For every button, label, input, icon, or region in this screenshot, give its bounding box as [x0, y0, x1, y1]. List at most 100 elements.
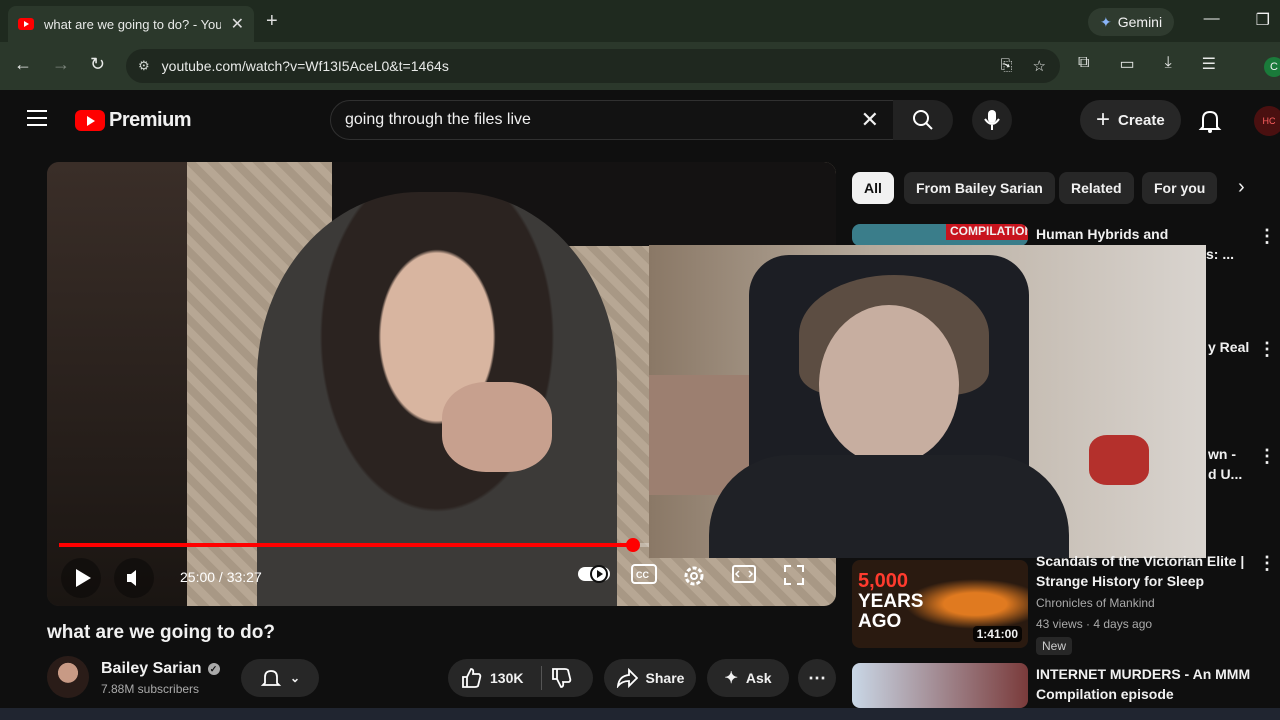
- chip-for-you[interactable]: For you: [1142, 172, 1218, 204]
- like-count: 130K: [490, 670, 524, 686]
- sidebar-more-icon-2[interactable]: ⋮: [1258, 339, 1276, 360]
- plus-icon: +: [1096, 106, 1111, 133]
- search-icon: [913, 110, 933, 130]
- minimize-icon[interactable]: —: [1204, 10, 1220, 30]
- webcam-overlay: [649, 245, 1206, 558]
- cast-icon[interactable]: ▭: [1119, 54, 1134, 74]
- new-tab-icon[interactable]: +: [266, 10, 278, 33]
- share-button[interactable]: Share: [604, 659, 696, 697]
- search-query: going through the files live: [345, 111, 531, 128]
- create-label: Create: [1118, 111, 1165, 129]
- sidebar-channel-4[interactable]: Chronicles of Mankind: [1036, 596, 1155, 610]
- theater-mode-icon[interactable]: [732, 564, 756, 584]
- omnibox[interactable]: ⚙ youtube.com/watch?v=Wf13I5AceL0&t=1464…: [126, 49, 1060, 83]
- omnibox-actions: ⎘ ☆: [1001, 57, 1046, 75]
- subscriber-count: 7.88M subscribers: [101, 682, 200, 696]
- sidebar-thumbnail-4[interactable]: 5,000 YEARS AGO 1:41:00: [852, 560, 1028, 648]
- thumbs-down-icon[interactable]: [550, 667, 572, 689]
- sidebar-title-1-tail: s: ...: [1206, 246, 1235, 262]
- video-title: what are we going to do?: [47, 622, 275, 643]
- like-dislike-group: 130K: [448, 659, 593, 697]
- settings-gear-icon[interactable]: [682, 564, 706, 588]
- thumb-text-number: 5,000: [858, 570, 909, 592]
- ask-button[interactable]: ✦ Ask: [707, 659, 789, 697]
- clear-search-icon[interactable]: ✕: [861, 107, 879, 133]
- sidebar-title-4[interactable]: Scandals of the Victorian Elite | Strang…: [1036, 551, 1248, 591]
- url-text: youtube.com/watch?v=Wf13I5AceL0&t=1464s: [161, 58, 449, 74]
- notifications-bell-icon[interactable]: [1198, 108, 1222, 139]
- forward-icon[interactable]: →: [52, 54, 70, 75]
- sidebar-title-5[interactable]: INTERNET MURDERS - An MMM Compilation ep…: [1036, 664, 1256, 704]
- share-label: Share: [645, 670, 685, 686]
- subscription-bell-button[interactable]: ⌄: [241, 659, 319, 697]
- player-controls: 25:00 / 33:27 CC: [47, 554, 836, 602]
- logo-text: Premium: [109, 109, 192, 131]
- reload-icon[interactable]: ↻: [90, 54, 105, 75]
- video-frame-background: [47, 162, 187, 606]
- gemini-spark-icon: ✦: [1100, 13, 1112, 30]
- ask-spark-icon: ✦: [724, 670, 738, 687]
- os-taskbar: [0, 708, 1280, 720]
- chevron-down-icon: ⌄: [289, 671, 301, 685]
- chip-related[interactable]: Related: [1059, 172, 1134, 204]
- youtube-logo[interactable]: Premium: [75, 109, 192, 132]
- more-actions-button[interactable]: ⋯: [798, 659, 836, 697]
- channel-name[interactable]: Bailey Sarian ✓: [101, 660, 220, 678]
- site-info-icon[interactable]: ⚙: [138, 58, 150, 74]
- thumbs-up-icon: [462, 668, 482, 688]
- autoplay-toggle-icon[interactable]: [577, 564, 611, 584]
- search-input[interactable]: going through the files live ✕: [330, 100, 894, 140]
- restore-icon[interactable]: ❐: [1256, 10, 1270, 30]
- sidebar-title-1[interactable]: Human Hybrids and: [1036, 224, 1168, 244]
- fullscreen-icon[interactable]: [783, 564, 805, 586]
- verified-check-icon: ✓: [207, 663, 220, 675]
- chevron-right-icon[interactable]: ›: [1238, 176, 1245, 199]
- address-toolbar: ← → ↻ ⚙ youtube.com/watch?v=Wf13I5AceL0&…: [0, 42, 1280, 90]
- sidebar-more-icon-1[interactable]: ⋮: [1258, 226, 1276, 247]
- time-display: 25:00 / 33:27: [180, 569, 262, 585]
- like-divider: [541, 666, 543, 690]
- create-button[interactable]: + Create: [1080, 100, 1181, 140]
- compilation-badge: COMPILATION: [946, 224, 1028, 240]
- browser-profile-avatar[interactable]: C: [1264, 57, 1280, 77]
- bell-icon: [260, 670, 282, 686]
- browser-tab[interactable]: what are we going to do? - You ✕: [8, 6, 254, 42]
- new-badge: New: [1036, 637, 1073, 655]
- volume-icon: [127, 570, 136, 586]
- window-controls: — ❐: [1204, 10, 1270, 30]
- sidebar-title-2-tail[interactable]: y Real: [1208, 337, 1249, 357]
- close-tab-icon[interactable]: ✕: [231, 14, 244, 34]
- progress-scrubber[interactable]: [625, 538, 640, 552]
- gemini-label: Gemini: [1117, 14, 1163, 30]
- account-avatar[interactable]: HC: [1254, 106, 1280, 136]
- duration-badge: 1:41:00: [972, 626, 1022, 642]
- install-app-icon[interactable]: ⎘: [1001, 57, 1013, 75]
- back-icon[interactable]: ←: [14, 54, 32, 75]
- thumb-text-years: YEARS AGO: [858, 591, 924, 632]
- chip-all[interactable]: All: [852, 172, 894, 204]
- voice-search-button[interactable]: [972, 100, 1012, 140]
- progress-fill: [59, 543, 633, 547]
- download-icon[interactable]: ⤓: [1165, 54, 1172, 74]
- volume-button[interactable]: [114, 558, 154, 598]
- more-dots-icon: ⋯: [808, 667, 826, 688]
- gemini-button[interactable]: ✦ Gemini: [1088, 8, 1175, 36]
- captions-icon[interactable]: CC: [631, 564, 657, 584]
- sidebar-thumbnail-5[interactable]: [852, 663, 1028, 708]
- bookmark-star-icon[interactable]: ☆: [1033, 57, 1046, 75]
- hamburger-menu-icon[interactable]: [27, 110, 47, 131]
- microphone-icon: [984, 110, 1000, 130]
- sidebar-more-icon-3[interactable]: ⋮: [1258, 446, 1276, 467]
- sidebar-more-icon-4[interactable]: ⋮: [1258, 553, 1276, 574]
- play-button[interactable]: [61, 558, 101, 598]
- extensions-icon[interactable]: ⧉: [1078, 54, 1089, 74]
- sidebar-title-3-tail-a[interactable]: wn -: [1208, 444, 1236, 464]
- search-button[interactable]: [893, 100, 953, 140]
- sidebar-thumbnail-1[interactable]: COMPILATION: [852, 224, 1028, 246]
- channel-avatar[interactable]: [47, 656, 89, 698]
- media-control-icon[interactable]: ☰: [1202, 54, 1216, 74]
- chip-from-channel[interactable]: From Bailey Sarian: [904, 172, 1055, 204]
- youtube-header: Premium going through the files live ✕ +…: [0, 90, 1280, 152]
- share-icon: [616, 668, 638, 688]
- like-button[interactable]: 130K: [460, 667, 523, 689]
